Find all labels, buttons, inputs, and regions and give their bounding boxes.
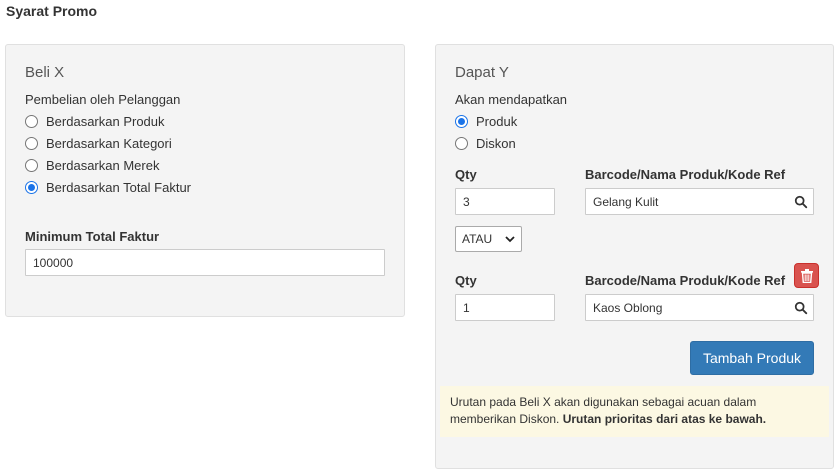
product-search-input[interactable]: Gelang Kulit: [585, 188, 814, 215]
radio-button-checked[interactable]: [455, 114, 468, 128]
purchase-by-customer-label: Pembelian oleh Pelanggan: [25, 92, 181, 107]
qty-input[interactable]: 3: [455, 188, 555, 215]
radio-berdasarkan-total-faktur[interactable]: Berdasarkan Total Faktur: [25, 178, 191, 196]
qty-input[interactable]: 1: [455, 294, 555, 321]
minimum-total-faktur-value: 100000: [33, 255, 74, 270]
dapat-y-panel: Dapat Y Akan mendapatkan Produk Diskon Q…: [435, 44, 834, 469]
product-value: Kaos Oblong: [593, 300, 663, 315]
radio-button[interactable]: [455, 136, 468, 150]
radio-button[interactable]: [25, 136, 38, 150]
qty-label: Qty: [455, 167, 477, 182]
radio-button-checked[interactable]: [25, 180, 38, 194]
radio-diskon[interactable]: Diskon: [455, 134, 516, 152]
trash-icon: [800, 268, 813, 283]
product-search-input[interactable]: Kaos Oblong: [585, 294, 814, 321]
search-icon[interactable]: [794, 301, 808, 315]
operator-select[interactable]: ATAU: [455, 226, 522, 252]
minimum-total-faktur-input[interactable]: 100000: [25, 249, 385, 276]
product-search-label: Barcode/Nama Produk/Kode Ref: [585, 167, 786, 182]
radio-berdasarkan-merek[interactable]: Berdasarkan Merek: [25, 156, 159, 174]
radio-label: Diskon: [476, 135, 516, 151]
beli-x-heading: Beli X: [25, 64, 65, 81]
minimum-total-faktur-label: Minimum Total Faktur: [25, 229, 160, 244]
delete-row-button[interactable]: [794, 263, 819, 288]
product-search-label: Barcode/Nama Produk/Kode Ref: [585, 273, 786, 288]
page-title: Syarat Promo: [6, 3, 98, 19]
priority-note: Urutan pada Beli X akan digunakan sebaga…: [440, 386, 829, 437]
dapat-y-heading: Dapat Y: [455, 64, 509, 81]
radio-berdasarkan-produk[interactable]: Berdasarkan Produk: [25, 112, 165, 130]
chevron-down-icon: [505, 236, 515, 243]
qty-value: 3: [463, 194, 470, 209]
qty-value: 1: [463, 300, 470, 315]
radio-label: Berdasarkan Produk: [46, 113, 165, 129]
note-bold-text: Urutan prioritas dari atas ke bawah.: [562, 412, 767, 426]
radio-label: Berdasarkan Merek: [46, 157, 160, 173]
product-value: Gelang Kulit: [593, 194, 659, 209]
search-icon[interactable]: [794, 195, 808, 209]
operator-select-value: ATAU: [462, 232, 493, 246]
qty-label: Qty: [455, 273, 477, 288]
radio-label: Berdasarkan Total Faktur: [46, 179, 191, 195]
radio-button[interactable]: [25, 158, 38, 172]
add-product-button[interactable]: Tambah Produk: [690, 341, 814, 375]
akan-mendapatkan-label: Akan mendapatkan: [455, 92, 568, 107]
radio-button[interactable]: [25, 114, 38, 128]
radio-produk[interactable]: Produk: [455, 112, 517, 130]
radio-label: Produk: [476, 113, 518, 129]
beli-x-panel: Beli X Pembelian oleh Pelanggan Berdasar…: [5, 44, 405, 317]
radio-label: Berdasarkan Kategori: [46, 135, 172, 151]
radio-berdasarkan-kategori[interactable]: Berdasarkan Kategori: [25, 134, 172, 152]
